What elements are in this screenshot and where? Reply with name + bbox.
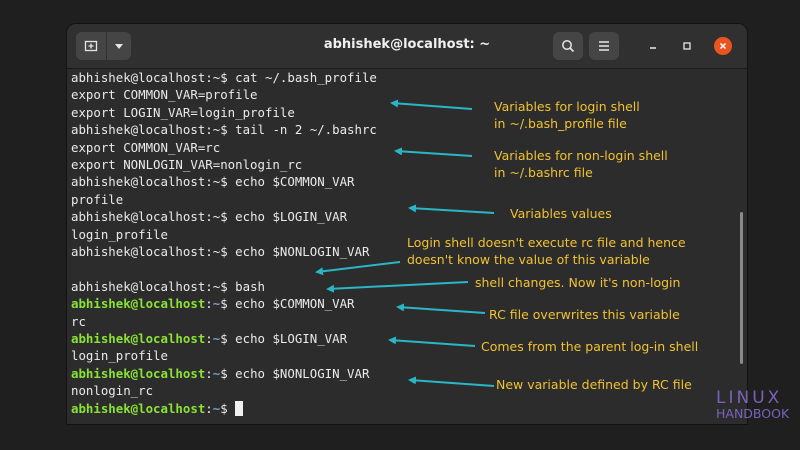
prompt-symbol: $ — [220, 209, 228, 225]
prompt-separator: : — [205, 122, 213, 138]
menu-button[interactable] — [589, 32, 619, 60]
terminal-prompt-line: abhishek@localhost:~$ bash — [71, 278, 265, 295]
menu-icon — [599, 41, 609, 51]
prompt-user: abhishek@localhost — [71, 331, 206, 346]
new-tab-icon — [84, 40, 98, 52]
terminal-prompt-line: abhishek@localhost:~$ echo $LOGIN_VAR — [71, 208, 347, 225]
logo-top-text: LINUX — [716, 388, 783, 408]
close-icon — [719, 42, 727, 50]
prompt-separator: : — [205, 209, 213, 225]
terminal-output-line: login_profile — [71, 348, 168, 364]
prompt-user: abhishek@localhost — [71, 365, 206, 381]
terminal-output-line: rc — [71, 313, 86, 329]
prompt-separator: : — [205, 296, 213, 312]
terminal-prompt-line: abhishek@localhost:~$ echo $COMMON_VAR — [71, 295, 355, 312]
new-tab-menu-button[interactable] — [107, 32, 131, 60]
command-text: echo $COMMON_VAR — [227, 174, 355, 190]
prompt-symbol: $ — [220, 365, 228, 381]
annotation-new-variable: New variable defined by RC file — [496, 377, 692, 392]
command-text: echo $NONLOGIN_VAR — [227, 365, 370, 381]
prompt-separator: : — [205, 174, 213, 190]
terminal-output-line: export COMMON_VAR=profile — [71, 87, 258, 103]
new-tab-button[interactable] — [76, 32, 106, 60]
terminal-prompt-line: abhishek@localhost:~$ tail -n 2 ~/.bashr… — [71, 121, 377, 138]
close-button[interactable] — [714, 37, 732, 55]
prompt-symbol: $ — [220, 400, 228, 416]
terminal-output-line: login_profile — [71, 226, 168, 242]
annotation-login-no-rc: Login shell doesn't execute rc file and … — [407, 235, 686, 267]
terminal-window: abhishek@localhost: ~ abhishek@localhost… — [67, 24, 747, 424]
prompt-separator: : — [205, 331, 213, 346]
command-text: echo $COMMON_VAR — [227, 296, 355, 312]
prompt-symbol: $ — [220, 331, 228, 346]
terminal-output-line: export COMMON_VAR=rc — [71, 139, 221, 155]
chevron-down-icon — [115, 44, 123, 49]
prompt-user: abhishek@localhost — [71, 70, 206, 85]
command-text: cat ~/.bash_profile — [227, 70, 377, 85]
command-text: bash — [227, 278, 265, 294]
prompt-separator: : — [205, 244, 213, 259]
prompt-symbol: $ — [220, 122, 228, 138]
annotation-shell-changes: shell changes. Now it's non-login — [475, 275, 681, 290]
terminal-prompt-line: abhishek@localhost:~$ echo $COMMON_VAR — [71, 173, 355, 190]
command-text: echo $NONLOGIN_VAR — [227, 244, 370, 259]
terminal-cursor — [235, 400, 244, 416]
search-icon — [562, 40, 575, 53]
terminal-prompt-line: abhishek@localhost:~$ echo $NONLOGIN_VAR — [71, 365, 369, 382]
maximize-button[interactable] — [678, 37, 696, 55]
minimize-icon — [650, 47, 656, 49]
prompt-separator: : — [205, 400, 213, 416]
terminal-prompt-line: abhishek@localhost:~$ — [71, 400, 244, 417]
prompt-separator: : — [205, 365, 213, 381]
prompt-user: abhishek@localhost — [71, 122, 206, 138]
annotation-parent-shell: Comes from the parent log-in shell — [481, 339, 699, 354]
scrollbar[interactable] — [740, 212, 743, 364]
command-text: echo $LOGIN_VAR — [227, 331, 348, 346]
window-title: abhishek@localhost: ~ — [323, 37, 491, 52]
annotation-values: Variables values — [510, 206, 612, 221]
terminal-prompt-line: abhishek@localhost:~$ echo $LOGIN_VAR — [71, 330, 347, 347]
prompt-user: abhishek@localhost — [71, 209, 206, 225]
prompt-symbol: $ — [220, 278, 228, 294]
prompt-user: abhishek@localhost — [71, 244, 206, 259]
prompt-symbol: $ — [220, 296, 228, 312]
terminal-prompt-line: abhishek@localhost:~$ cat ~/.bash_profil… — [71, 69, 377, 86]
annotation-login-vars: Variables for login shell in ~/.bash_pro… — [494, 99, 640, 131]
command-text: tail -n 2 ~/.bashrc — [227, 122, 377, 138]
terminal-output-line: nonlogin_rc — [71, 383, 154, 399]
prompt-separator: : — [205, 278, 213, 294]
prompt-user: abhishek@localhost — [71, 174, 206, 190]
prompt-separator: : — [205, 70, 213, 85]
prompt-symbol: $ — [220, 70, 228, 85]
terminal-prompt-line: abhishek@localhost:~$ echo $NONLOGIN_VAR — [71, 243, 369, 260]
maximize-icon — [683, 42, 691, 50]
search-button[interactable] — [553, 32, 583, 60]
prompt-user: abhishek@localhost — [71, 278, 206, 294]
terminal-output-line: profile — [71, 191, 124, 207]
linux-handbook-logo: LINUX HANDBOOK — [716, 390, 789, 422]
annotation-nonlogin-vars: Variables for non-login shell in ~/.bash… — [494, 148, 668, 180]
command-text: echo $LOGIN_VAR — [227, 209, 348, 225]
annotation-rc-overwrites: RC file overwrites this variable — [489, 307, 680, 322]
command-text — [228, 401, 235, 416]
minimize-button[interactable] — [644, 37, 662, 55]
terminal-output-line: export NONLOGIN_VAR=nonlogin_rc — [71, 157, 303, 172]
logo-bottom-text: HANDBOOK — [716, 406, 790, 421]
prompt-symbol: $ — [220, 174, 228, 190]
prompt-user: abhishek@localhost — [71, 296, 206, 312]
prompt-user: abhishek@localhost — [71, 400, 206, 416]
terminal-output-line: export LOGIN_VAR=login_profile — [71, 104, 295, 120]
prompt-symbol: $ — [220, 244, 228, 259]
title-bar: abhishek@localhost: ~ — [67, 24, 747, 69]
